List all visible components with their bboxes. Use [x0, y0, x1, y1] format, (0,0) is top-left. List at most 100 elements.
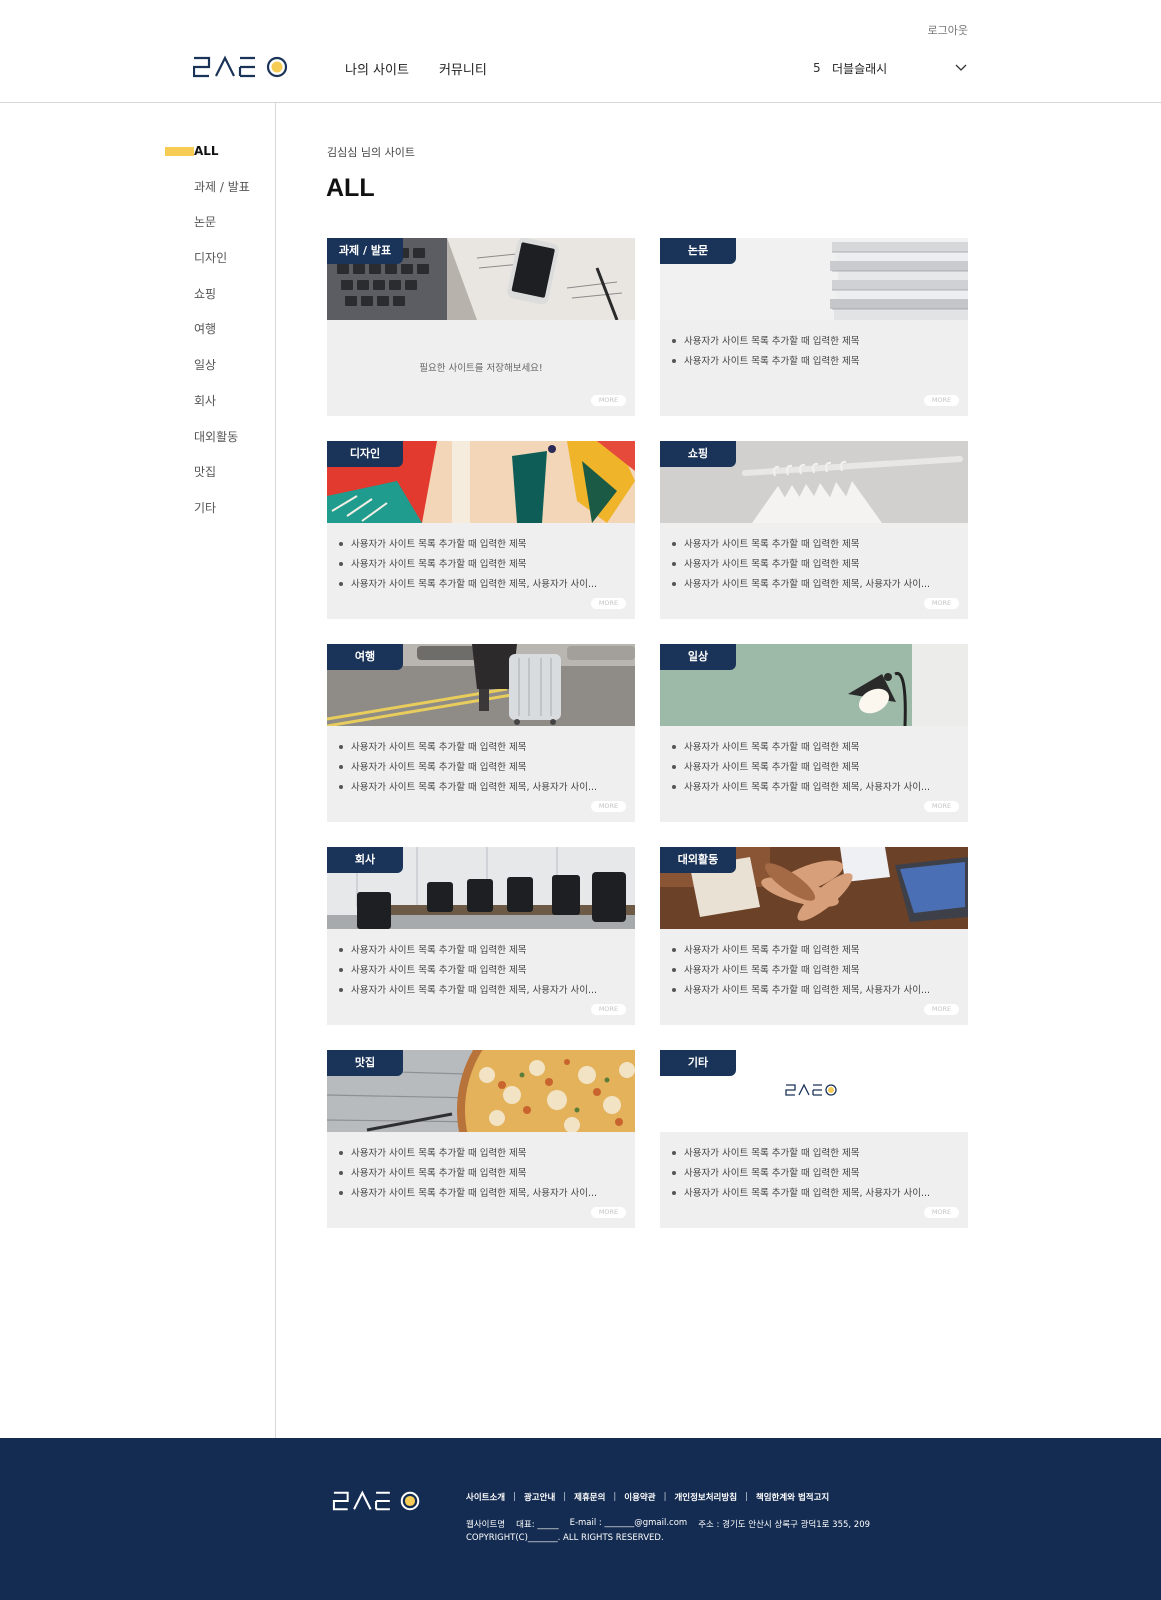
sidebar-item-assignment[interactable]: 과제 / 발표: [0, 179, 275, 215]
list-item[interactable]: 사용자가 사이트 목록 추가할 때 입력한 제목, 사용자가 사이...: [672, 781, 930, 801]
category-card-restaurants: 맛집 사용자가 사이트 목록 추가할 때 입력한 제목 사용자가 사이트 목록 …: [327, 1050, 635, 1228]
card-tag[interactable]: 맛집: [327, 1050, 403, 1076]
list-item[interactable]: 사용자가 사이트 목록 추가할 때 입력한 제목, 사용자가 사이...: [339, 1187, 597, 1207]
footer-link-privacy[interactable]: 개인정보처리방침: [674, 1491, 737, 1503]
sidebar-item-etc[interactable]: 기타: [0, 500, 275, 536]
site-list: 사용자가 사이트 목록 추가할 때 입력한 제목 사용자가 사이트 목록 추가할…: [339, 1147, 597, 1207]
more-button[interactable]: MORE: [591, 1004, 626, 1015]
footer-link-ads[interactable]: 광고안내: [524, 1491, 555, 1503]
sidebar-item-design[interactable]: 디자인: [0, 250, 275, 286]
category-card-company: 회사 사용자가 사이트 목록 추가할 때 입력한 제목 사용자가 사이트 목록 …: [327, 847, 635, 1025]
list-item[interactable]: 사용자가 사이트 목록 추가할 때 입력한 제목: [672, 944, 930, 964]
list-item[interactable]: 사용자가 사이트 목록 추가할 때 입력한 제목, 사용자가 사이...: [672, 984, 930, 1004]
site-list: 사용자가 사이트 목록 추가할 때 입력한 제목 사용자가 사이트 목록 추가할…: [672, 741, 930, 801]
sidebar: ALL 과제 / 발표 논문 디자인 쇼핑 여행 일상 회사 대외활동 맛집 기…: [0, 103, 276, 1438]
site-list: 사용자가 사이트 목록 추가할 때 입력한 제목 사용자가 사이트 목록 추가할…: [339, 944, 597, 1004]
sidebar-item-company[interactable]: 회사: [0, 393, 275, 429]
more-button[interactable]: MORE: [924, 598, 959, 609]
list-item[interactable]: 사용자가 사이트 목록 추가할 때 입력한 제목: [339, 761, 597, 781]
site-list: 사용자가 사이트 목록 추가할 때 입력한 제목 사용자가 사이트 목록 추가할…: [671, 335, 859, 375]
divider: |: [613, 1492, 617, 1502]
category-card-shopping: 쇼핑 사용자가 사이트 목록 추가할 때 입력한 제목 사용자가 사이트 목록 …: [660, 441, 968, 619]
divider: |: [745, 1492, 748, 1502]
divider: |: [663, 1492, 667, 1502]
sidebar-item-activities[interactable]: 대외활동: [0, 429, 275, 465]
chevron-down-icon[interactable]: [954, 61, 968, 75]
card-tag[interactable]: 기타: [660, 1050, 736, 1076]
email: E-mail : _______@gmail.com: [569, 1518, 688, 1528]
logout-link[interactable]: 로그아웃: [928, 22, 968, 38]
more-button[interactable]: MORE: [924, 801, 959, 812]
user-dropdown[interactable]: 5 더블슬래시: [813, 59, 968, 77]
divider: |: [513, 1492, 516, 1502]
footer: 사이트소개 | 광고안내 | 제휴문의 | 이용약관 | 개인정보처리방침 | 책임한계와…: [0, 1438, 1161, 1600]
more-button[interactable]: MORE: [924, 395, 959, 406]
sidebar-item-restaurants[interactable]: 맛집: [0, 464, 275, 500]
category-card-travel: 여행 사용자가 사이트 목록 추가할 때 입력한 제목 사용자가 사이트 목록 …: [327, 644, 635, 822]
card-tag[interactable]: 쇼핑: [660, 441, 736, 467]
more-button[interactable]: MORE: [591, 1207, 626, 1218]
footer-link-terms[interactable]: 이용약관: [624, 1491, 655, 1503]
list-item[interactable]: 사용자가 사이트 목록 추가할 때 입력한 제목, 사용자가 사이...: [672, 1187, 930, 1207]
header: 로그아웃 나의 사이트 커뮤니티 5 더블슬래시: [0, 0, 1161, 103]
list-item[interactable]: 사용자가 사이트 목록 추가할 때 입력한 제목: [672, 538, 930, 558]
empty-message: 필요한 사이트를 저장해보세요!: [419, 363, 543, 374]
site-list: 사용자가 사이트 목록 추가할 때 입력한 제목 사용자가 사이트 목록 추가할…: [672, 1147, 930, 1207]
copyright: COPYRIGHT(C)_______. ALL RIGHTS RESERVED…: [466, 1533, 664, 1543]
sidebar-item-daily[interactable]: 일상: [0, 357, 275, 393]
list-item[interactable]: 사용자가 사이트 목록 추가할 때 입력한 제목, 사용자가 사이...: [339, 781, 597, 801]
card-tag[interactable]: 논문: [660, 238, 736, 264]
footer-link-about[interactable]: 사이트소개: [466, 1491, 505, 1503]
representative: 대표: _____: [516, 1520, 559, 1530]
list-item[interactable]: 사용자가 사이트 목록 추가할 때 입력한 제목: [672, 1147, 930, 1167]
list-item[interactable]: 사용자가 사이트 목록 추가할 때 입력한 제목: [339, 741, 597, 761]
list-item[interactable]: 사용자가 사이트 목록 추가할 때 입력한 제목: [671, 335, 859, 355]
list-item[interactable]: 사용자가 사이트 목록 추가할 때 입력한 제목: [671, 355, 859, 375]
list-item[interactable]: 사용자가 사이트 목록 추가할 때 입력한 제목: [339, 1167, 597, 1187]
card-tag[interactable]: 과제 / 발표: [327, 238, 403, 264]
list-item[interactable]: 사용자가 사이트 목록 추가할 때 입력한 제목: [339, 538, 597, 558]
footer-logo[interactable]: [331, 1490, 423, 1512]
list-item[interactable]: 사용자가 사이트 목록 추가할 때 입력한 제목: [672, 741, 930, 761]
footer-link-partnership[interactable]: 제휴문의: [574, 1491, 605, 1503]
category-card-etc: 기타 사용자가 사이트 목록 추가할 때 입력한 제목 사용자가 사이트 목록 …: [660, 1050, 968, 1228]
more-button[interactable]: MORE: [591, 801, 626, 812]
category-card-activities: 대외활동 사용자가 사이트 목록 추가할 때 입력한 제목 사용자가 사이트 목…: [660, 847, 968, 1025]
sidebar-item-travel[interactable]: 여행: [0, 321, 275, 357]
more-button[interactable]: MORE: [924, 1004, 959, 1015]
list-item[interactable]: 사용자가 사이트 목록 추가할 때 입력한 제목: [672, 558, 930, 578]
list-item[interactable]: 사용자가 사이트 목록 추가할 때 입력한 제목, 사용자가 사이...: [672, 578, 930, 598]
list-item[interactable]: 사용자가 사이트 목록 추가할 때 입력한 제목: [339, 944, 597, 964]
footer-links: 사이트소개 | 광고안내 | 제휴문의 | 이용약관 | 개인정보처리방침 | 책임한계와…: [466, 1491, 829, 1503]
divider: |: [563, 1492, 567, 1502]
more-button[interactable]: MORE: [591, 598, 626, 609]
list-item[interactable]: 사용자가 사이트 목록 추가할 때 입력한 제목: [672, 1167, 930, 1187]
main-nav: 나의 사이트 커뮤니티: [345, 59, 487, 78]
card-tag[interactable]: 디자인: [327, 441, 403, 467]
card-tag[interactable]: 회사: [327, 847, 403, 873]
nav-community[interactable]: 커뮤니티: [439, 59, 487, 78]
more-button[interactable]: MORE: [591, 395, 626, 406]
list-item[interactable]: 사용자가 사이트 목록 추가할 때 입력한 제목: [339, 558, 597, 578]
list-item[interactable]: 사용자가 사이트 목록 추가할 때 입력한 제목: [339, 1147, 597, 1167]
more-button[interactable]: MORE: [924, 1207, 959, 1218]
list-item[interactable]: 사용자가 사이트 목록 추가할 때 입력한 제목: [339, 964, 597, 984]
brand-logo[interactable]: [193, 55, 289, 79]
category-list: ALL 과제 / 발표 논문 디자인 쇼핑 여행 일상 회사 대외활동 맛집 기…: [0, 143, 275, 536]
sidebar-item-shopping[interactable]: 쇼핑: [0, 286, 275, 322]
list-item[interactable]: 사용자가 사이트 목록 추가할 때 입력한 제목, 사용자가 사이...: [339, 984, 597, 1004]
card-tag[interactable]: 여행: [327, 644, 403, 670]
list-item[interactable]: 사용자가 사이트 목록 추가할 때 입력한 제목: [672, 761, 930, 781]
list-item[interactable]: 사용자가 사이트 목록 추가할 때 입력한 제목: [672, 964, 930, 984]
footer-info: 웹사이트명 대표: _____ E-mail : _______@gmail.c…: [466, 1518, 870, 1530]
card-tag[interactable]: 대외활동: [660, 847, 736, 873]
card-tag[interactable]: 일상: [660, 644, 736, 670]
nav-my-site[interactable]: 나의 사이트: [345, 59, 409, 78]
sidebar-item-all[interactable]: ALL: [0, 143, 275, 179]
list-item[interactable]: 사용자가 사이트 목록 추가할 때 입력한 제목, 사용자가 사이...: [339, 578, 597, 598]
footer-link-legal[interactable]: 책임한계와 법적고지: [756, 1491, 829, 1503]
category-card-design: 디자인 사용자가 사이트 목록 추가할 때 입력한 제목 사용자가 사이트 목록…: [327, 441, 635, 619]
site-list: 사용자가 사이트 목록 추가할 때 입력한 제목 사용자가 사이트 목록 추가할…: [672, 538, 930, 598]
sidebar-item-paper[interactable]: 논문: [0, 214, 275, 250]
category-card-daily: 일상 사용자가 사이트 목록 추가할 때 입력한 제목 사용자가 사이트 목록 …: [660, 644, 968, 822]
